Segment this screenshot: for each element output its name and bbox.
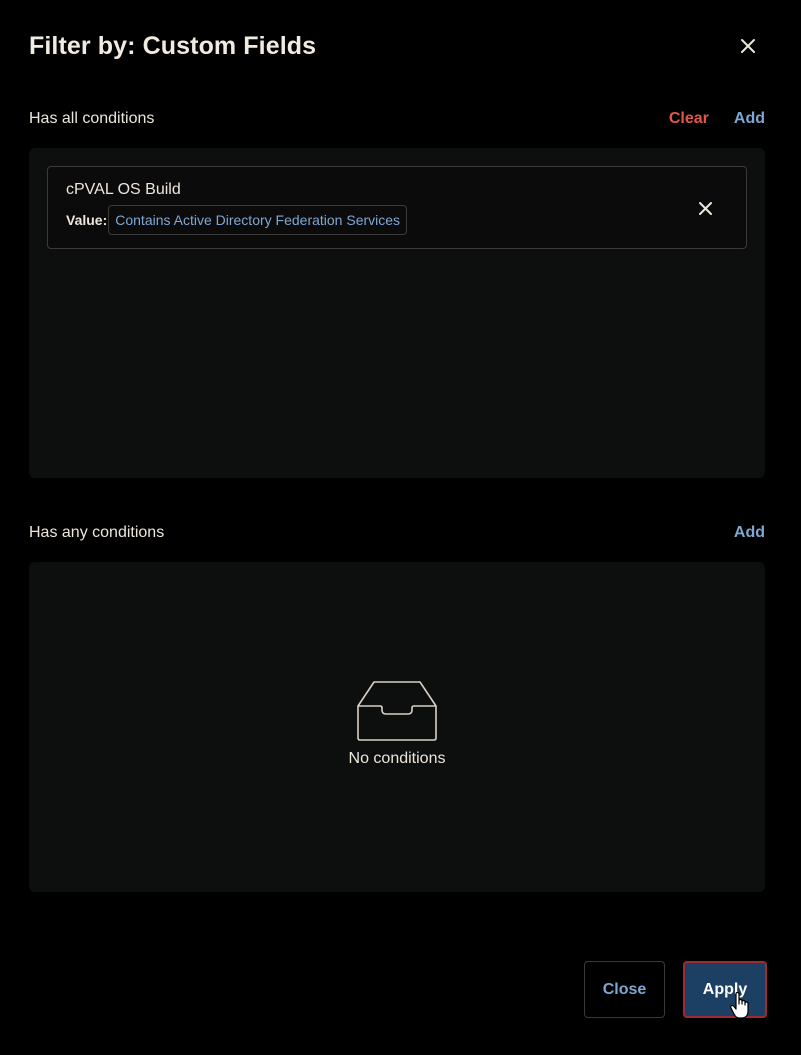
filter-dialog: Filter by: Custom Fields Has all conditi… [0,0,801,1055]
all-conditions-actions: Clear Add [669,110,765,128]
value-label: Value: [66,212,108,228]
any-conditions-panel: No conditions [29,562,765,892]
empty-state-text: No conditions [348,750,446,767]
close-icon[interactable] [737,35,759,57]
condition-name: cPVAL OS Build [66,181,181,198]
dialog-title: Filter by: Custom Fields [29,32,317,60]
remove-condition-icon[interactable] [696,199,714,217]
empty-state: No conditions [29,680,765,768]
apply-button[interactable]: Apply [683,961,767,1018]
all-conditions-panel: cPVAL OS Build Value: Contains Active Di… [29,148,765,478]
any-conditions-header: Has any conditions Add [29,522,765,544]
condition-value-row: Value: Contains Active Directory Federat… [66,204,408,236]
condition-card: cPVAL OS Build Value: Contains Active Di… [47,166,747,249]
any-conditions-label: Has any conditions [29,524,165,541]
hand-cursor-icon [730,992,749,1019]
all-conditions-label: Has all conditions [29,110,155,127]
clear-button[interactable]: Clear [669,110,709,128]
inbox-icon [357,681,437,741]
any-conditions-actions: Add [734,524,765,542]
add-all-condition-button[interactable]: Add [734,110,765,128]
close-button[interactable]: Close [584,961,665,1018]
add-any-condition-button[interactable]: Add [734,524,765,542]
condition-value-chip[interactable]: Contains Active Directory Federation Ser… [108,205,408,235]
all-conditions-header: Has all conditions Clear Add [29,108,765,130]
